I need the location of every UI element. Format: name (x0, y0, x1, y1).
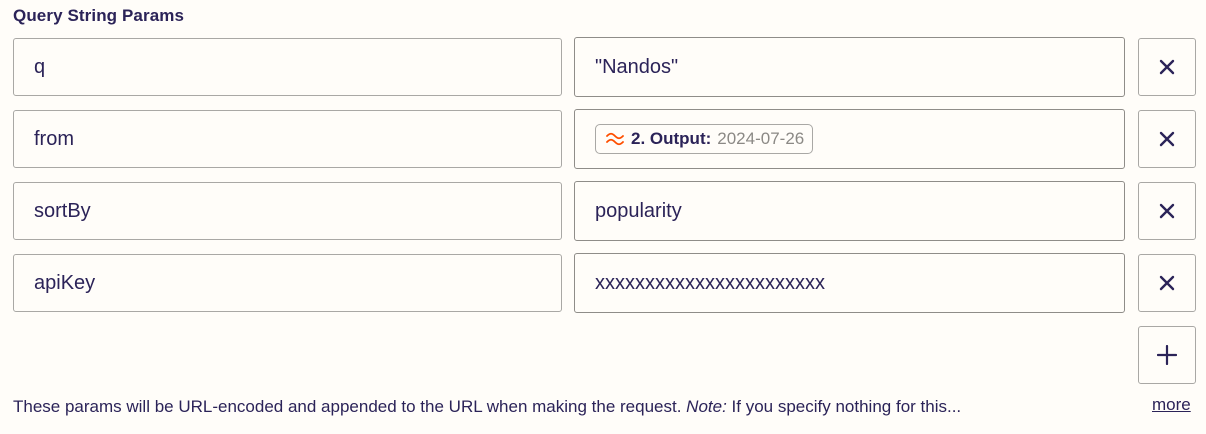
help-text-main: These params will be URL-encoded and app… (13, 397, 687, 416)
section-title: Query String Params (13, 6, 185, 25)
close-icon (1159, 275, 1175, 291)
param-value-field[interactable]: "Nandos" (574, 37, 1125, 97)
remove-param-button[interactable] (1138, 254, 1196, 312)
plus-icon (1157, 345, 1177, 365)
pill-value: 2024-07-26 (717, 129, 805, 148)
help-note-text: If you specify nothing for this... (726, 397, 962, 416)
remove-param-button[interactable] (1138, 38, 1196, 96)
close-icon (1159, 59, 1175, 75)
param-key-field[interactable]: apiKey (13, 254, 562, 312)
param-key-field[interactable]: from (13, 110, 562, 168)
param-value-field[interactable]: popularity (574, 181, 1125, 241)
pill-step-label: 2. Output: (631, 129, 712, 148)
mapped-field-pill[interactable]: 2. Output: 2024-07-26 (595, 124, 814, 154)
param-value-field[interactable]: 2. Output: 2024-07-26 (574, 109, 1125, 169)
add-param-button[interactable] (1138, 326, 1196, 384)
help-note-label: Note: (686, 397, 727, 416)
close-icon (1159, 203, 1175, 219)
param-key-field[interactable]: sortBy (13, 182, 562, 240)
help-text: These params will be URL-encoded and app… (13, 397, 961, 417)
remove-param-button[interactable] (1138, 110, 1196, 168)
param-value-field[interactable]: xxxxxxxxxxxxxxxxxxxxxxx (574, 253, 1125, 313)
more-link[interactable]: more (1152, 395, 1191, 415)
param-key-field[interactable]: q (13, 38, 562, 96)
remove-param-button[interactable] (1138, 182, 1196, 240)
step-output-icon (606, 132, 624, 146)
close-icon (1159, 131, 1175, 147)
